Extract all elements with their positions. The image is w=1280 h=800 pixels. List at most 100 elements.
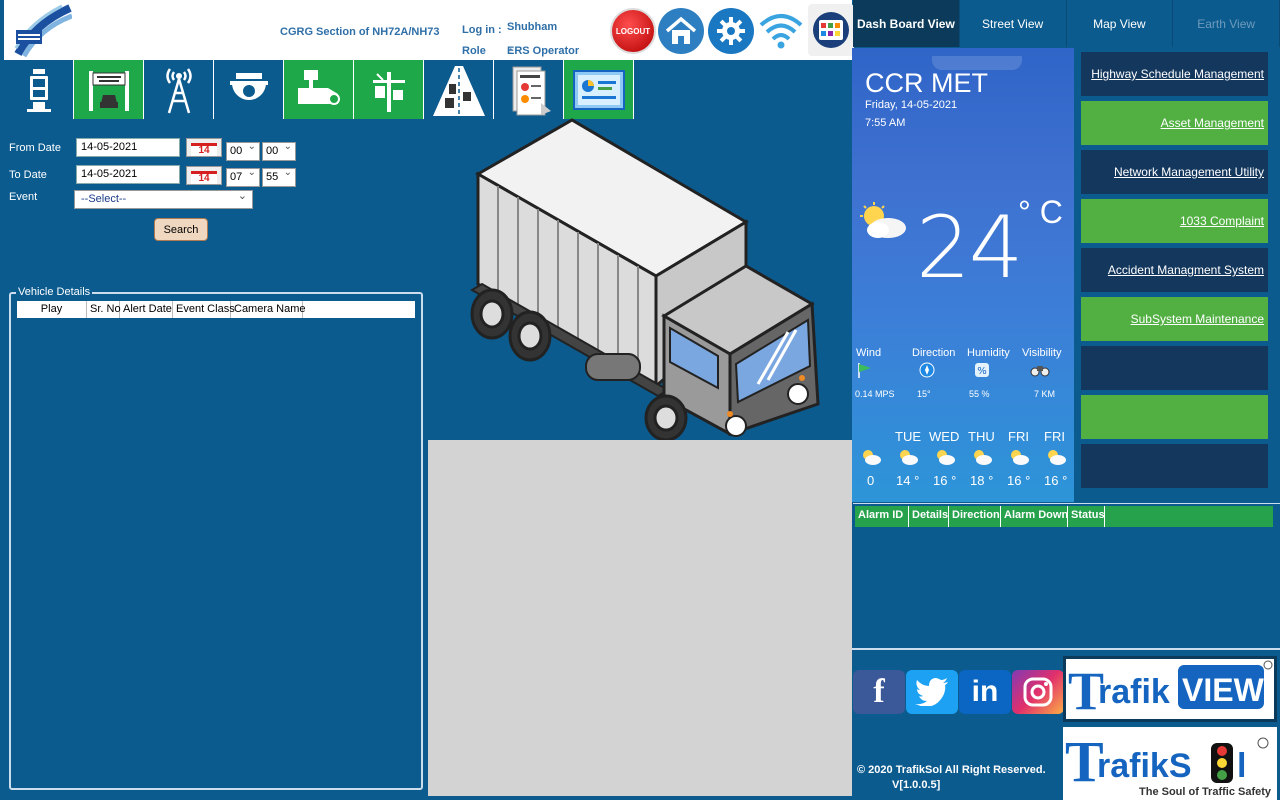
column-header[interactable]: Alert Date (120, 301, 173, 318)
calendar-icon: 14 (191, 143, 217, 156)
forecast-temp: 16 ° (1044, 473, 1068, 488)
svg-text:VIEW: VIEW (1182, 672, 1265, 708)
role-label: Role : (462, 45, 513, 57)
section-title: CGRG Section of NH72A/NH73 (280, 26, 440, 38)
trafiksol-logo-mark: T rafikS l The Soul of Traffic Safety (1065, 729, 1272, 798)
module-toolbar (4, 60, 634, 119)
column-header[interactable]: Status (1068, 506, 1105, 527)
facebook-icon: f (873, 673, 885, 710)
atcc-tool-button[interactable] (144, 60, 214, 119)
cctv-tool-button[interactable] (284, 60, 354, 119)
direction-value: 15° (917, 389, 931, 399)
direction-label: Direction (912, 347, 956, 359)
tab-earth-view[interactable]: Earth View (1173, 0, 1280, 47)
ecb-tool-button[interactable] (4, 60, 74, 119)
column-header[interactable]: Alarm Down (1001, 506, 1068, 527)
home-button[interactable] (658, 8, 704, 54)
video-player-area[interactable] (428, 440, 852, 796)
column-header[interactable]: Details (909, 506, 949, 527)
forecast-day: THU (968, 429, 995, 444)
column-header[interactable]: Sr. No (87, 301, 121, 318)
event-select[interactable]: --Select-- (74, 189, 253, 209)
truck-illustration (470, 118, 820, 440)
logout-label: LOGOUT (615, 26, 651, 36)
highway-tool-button[interactable] (424, 60, 494, 119)
from-date-input[interactable]: 14-05-2021 (76, 138, 180, 157)
dome-camera-icon (229, 72, 268, 100)
to-hour-select[interactable]: 07 (226, 167, 260, 187)
column-header[interactable]: Play (17, 301, 87, 318)
from-hour-select[interactable]: 00 (226, 141, 260, 161)
tab-dashboard-view[interactable]: Dash Board View (853, 0, 960, 47)
twitter-button[interactable] (906, 670, 958, 714)
network-button[interactable] (756, 8, 806, 54)
from-minute-select[interactable]: 00 (262, 141, 296, 161)
vehicle-details-title: Vehicle Details (16, 286, 93, 298)
column-header[interactable]: Direction (949, 506, 1001, 527)
forecast-temp: 0 (867, 473, 875, 488)
search-button[interactable]: Search (154, 218, 208, 241)
trafiksol-logo: T rafikS l The Soul of Traffic Safety (1063, 727, 1277, 800)
humidity-label: Humidity (967, 347, 1010, 359)
ptz-camera-tool-button[interactable] (214, 60, 284, 119)
visibility-label: Visibility (1022, 347, 1062, 359)
partly-cloudy-icon (863, 450, 881, 465)
instagram-button[interactable] (1012, 670, 1064, 714)
trafikview-logo-mark: T rafik VIEW (1068, 660, 1273, 721)
vehicle-details-panel (9, 292, 423, 790)
svg-text:l: l (1237, 747, 1246, 785)
to-minute-select[interactable]: 55 (262, 167, 296, 187)
link-asset-management[interactable]: Asset Management (1081, 101, 1268, 145)
facebook-button[interactable]: f (853, 670, 905, 714)
link-empty-slot[interactable] (1081, 444, 1268, 488)
twitter-icon (915, 678, 948, 706)
vms-gantry-icon (88, 70, 129, 111)
column-header[interactable]: Alarm ID (855, 506, 909, 527)
link-empty-slot[interactable] (1081, 346, 1268, 390)
tab-street-view[interactable]: Street View (959, 0, 1067, 47)
forecast-day: FRI (1008, 429, 1029, 444)
vms-tool-button[interactable] (74, 60, 144, 119)
forecast-temp: 16 ° (1007, 473, 1031, 488)
weather-station-icon (372, 71, 405, 112)
alarm-panel: Alarm ID Details Direction Alarm Down St… (853, 503, 1280, 648)
humidity-value: 55 % (969, 389, 990, 399)
logout-button[interactable]: LOGOUT (610, 8, 656, 54)
tab-map-view[interactable]: Map View (1066, 0, 1174, 47)
column-header[interactable]: Event Class (173, 301, 235, 318)
link-highway-schedule-management[interactable]: Highway Schedule Management (1081, 52, 1268, 96)
weather-time: 7:55 AM (865, 117, 906, 129)
wind-label: Wind (856, 347, 882, 359)
login-user: Shubham (507, 21, 558, 33)
copyright-text: © 2020 TrafikSol All Right Reserved. (857, 764, 1046, 776)
link-subsystem-maintenance[interactable]: SubSystem Maintenance (1081, 297, 1268, 341)
weather-temperature: 24 (916, 198, 1023, 298)
link-network-management-utility[interactable]: Network Management Utility (1081, 150, 1268, 194)
reports-tool-button[interactable] (494, 60, 564, 119)
quick-links: Highway Schedule Management Asset Manage… (1081, 52, 1268, 493)
partly-cloudy-icon (1048, 450, 1066, 465)
forecast-temp: 16 ° (933, 473, 957, 488)
linkedin-button[interactable]: in (959, 670, 1011, 714)
column-header[interactable]: Camera Name (231, 301, 306, 318)
from-date-calendar-button[interactable]: 14 (186, 138, 222, 157)
dashboard-apps-icon (813, 12, 849, 48)
wind-value: 0.14 MPS (855, 389, 895, 399)
dashboard-tool-button[interactable] (564, 60, 634, 119)
link-empty-slot[interactable] (1081, 395, 1268, 439)
link-1033-complaint[interactable]: 1033 Complaint (1081, 199, 1268, 243)
nhai-logo (14, 4, 72, 58)
alarm-table-header: Alarm ID Details Direction Alarm Down St… (855, 506, 1273, 527)
emergency-call-box-icon (26, 68, 51, 112)
forecast-temp: 18 ° (970, 473, 994, 488)
role-label-text: Role (462, 45, 486, 57)
apps-button[interactable] (808, 4, 854, 56)
forecast-temp: 14 ° (896, 473, 920, 488)
svg-text:rafikS: rafikS (1097, 747, 1192, 785)
event-label: Event (9, 191, 38, 203)
settings-button[interactable] (708, 8, 754, 54)
to-date-calendar-button[interactable]: 14 (186, 166, 222, 185)
to-date-input[interactable]: 14-05-2021 (76, 165, 180, 184)
met-tool-button[interactable] (354, 60, 424, 119)
link-accident-management-system[interactable]: Accident Managment System (1081, 248, 1268, 292)
